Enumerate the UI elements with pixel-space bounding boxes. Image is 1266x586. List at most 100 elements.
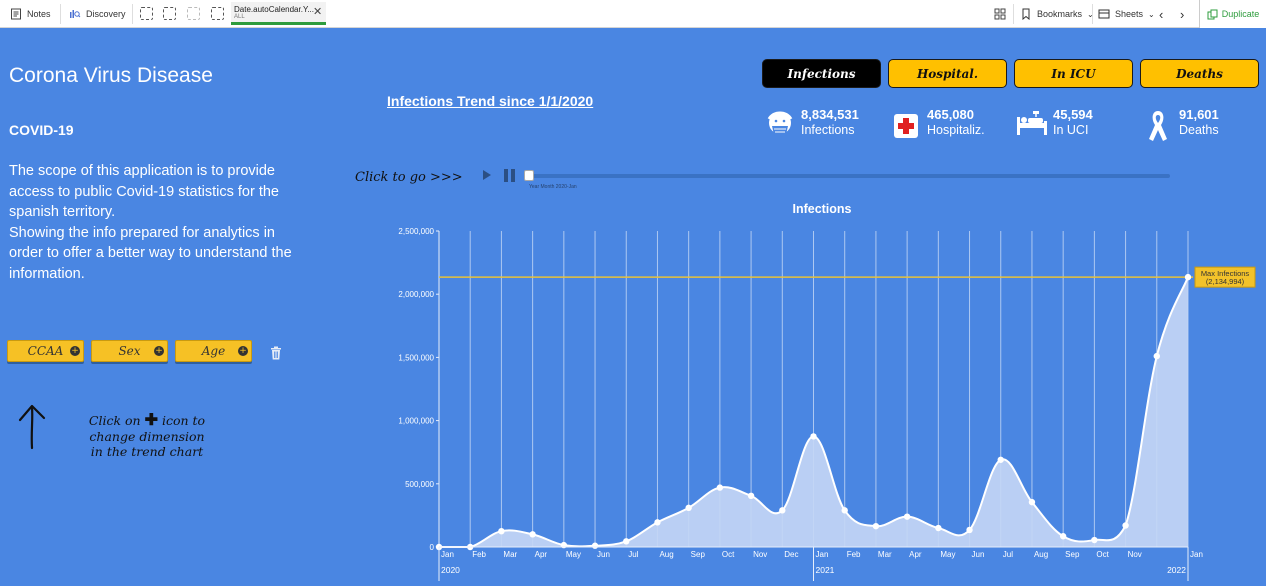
plus-icon[interactable]: + xyxy=(70,346,80,356)
step-back-icon[interactable] xyxy=(163,7,176,20)
x-tick-label: Sep xyxy=(1065,550,1080,559)
discovery-button[interactable]: Discovery xyxy=(69,0,126,28)
kpi-value: 45,594 xyxy=(1053,107,1093,122)
chevron-left-icon: ‹ xyxy=(1159,6,1164,22)
x-tick-label: Jan xyxy=(816,550,829,559)
dimension-button-sex[interactable]: Sex + xyxy=(91,340,168,362)
click-to-go-hint: Click to go >>> xyxy=(355,170,463,185)
data-point xyxy=(1122,522,1129,529)
x-tick-label: Jan xyxy=(441,550,454,559)
previous-sheet-button[interactable]: ‹ xyxy=(1159,0,1163,28)
play-icon[interactable] xyxy=(483,170,491,180)
kpi-value: 91,601 xyxy=(1179,107,1219,122)
data-point xyxy=(997,456,1004,463)
x-tick-label: Nov xyxy=(1128,550,1142,559)
data-point xyxy=(747,492,755,500)
y-tick-label: 0 xyxy=(430,543,435,552)
data-point xyxy=(623,538,630,545)
trend-title: Infections Trend since 1/1/2020 xyxy=(387,93,594,109)
toolbar-divider xyxy=(132,4,133,24)
pause-icon[interactable] xyxy=(504,169,515,182)
toolbar-divider xyxy=(1092,4,1093,24)
dimension-button-ccaa[interactable]: CCAA + xyxy=(7,340,84,362)
time-slider[interactable] xyxy=(527,174,1170,178)
y-tick-label: 2,000,000 xyxy=(398,290,434,299)
x-tick-label: Apr xyxy=(535,550,548,559)
chevron-right-icon: › xyxy=(1180,6,1185,22)
year-label: 2022 xyxy=(1167,565,1186,575)
x-tick-label: Aug xyxy=(659,550,673,559)
data-point xyxy=(716,484,724,491)
infections-button[interactable]: Infections xyxy=(762,59,881,88)
search-selections-icon[interactable] xyxy=(140,7,153,20)
x-tick-label: Jan xyxy=(1190,550,1203,559)
x-tick-label: Mar xyxy=(878,550,892,559)
dimension-label: CCAA xyxy=(27,344,64,358)
kpi-label: Hospitaliz. xyxy=(927,123,985,137)
arrow-up-icon xyxy=(18,404,46,450)
selection-chip-value: ALL xyxy=(234,14,245,20)
kpi-icu: 45,594 In UCI xyxy=(1016,107,1126,143)
page-title: Corona Virus Disease xyxy=(9,64,213,87)
hint-line: Click on ✚ icon to xyxy=(72,412,222,429)
hint-text: Click on xyxy=(88,413,141,428)
sheets-button[interactable]: Sheets ⌄ xyxy=(1098,0,1155,28)
dimension-label: Age xyxy=(201,344,226,358)
description-paragraph: The scope of this application is to prov… xyxy=(9,163,279,220)
data-point xyxy=(810,433,817,440)
hint-text: icon to xyxy=(161,413,206,428)
notes-label: Notes xyxy=(27,9,51,19)
x-tick-label: Jul xyxy=(628,550,638,559)
data-point xyxy=(685,504,692,512)
description: The scope of this application is to prov… xyxy=(9,161,309,284)
icu-button[interactable]: In ICU xyxy=(1014,59,1133,88)
reference-line-value: (2,134,994) xyxy=(1206,277,1245,286)
slider-handle[interactable] xyxy=(524,170,534,181)
data-point xyxy=(498,528,505,535)
plus-icon[interactable]: + xyxy=(154,346,164,356)
data-point xyxy=(935,524,942,532)
clear-selections-icon[interactable] xyxy=(211,7,224,20)
selection-chip-field: Date.autoCalendar.Y... xyxy=(234,5,314,14)
x-tick-label: Jun xyxy=(972,550,985,559)
hospital-button[interactable]: Hospital. xyxy=(888,59,1007,88)
x-tick-label: May xyxy=(566,550,581,559)
deaths-button[interactable]: Deaths xyxy=(1140,59,1259,88)
slider-label: Year Month 2020-Jan xyxy=(529,184,577,190)
hint-line: change dimension xyxy=(89,428,205,444)
y-tick-label: 2,500,000 xyxy=(398,227,434,236)
x-tick-label: Feb xyxy=(847,550,861,559)
red-cross-icon xyxy=(894,114,918,138)
data-point xyxy=(1153,352,1160,360)
kpi-label: Infections xyxy=(801,123,855,137)
plus-icon: ✚ xyxy=(144,410,158,429)
bookmarks-button[interactable]: Bookmarks ⌄ xyxy=(1020,0,1094,28)
chart-title: Infections xyxy=(792,202,852,216)
close-icon[interactable]: ✕ xyxy=(313,5,322,18)
x-tick-label: Jul xyxy=(1003,550,1013,559)
discovery-icon xyxy=(70,10,81,18)
data-point xyxy=(1059,533,1067,540)
app-toolbar: Notes Discovery Date.autoCalendar.Y... A… xyxy=(0,0,1266,28)
data-point xyxy=(841,507,848,514)
next-sheet-button[interactable]: › xyxy=(1180,0,1184,28)
selection-chip[interactable]: Date.autoCalendar.Y... ALL ✕ xyxy=(231,2,326,25)
y-tick-label: 1,000,000 xyxy=(398,417,434,426)
notes-button[interactable]: Notes xyxy=(10,0,51,28)
data-point xyxy=(529,531,536,538)
infections-area-chart[interactable]: 0 500,000 1,000,000 1,500,000 2,000,000 2,500… xyxy=(380,220,1266,586)
dimension-button-age[interactable]: Age + xyxy=(175,340,252,362)
trash-icon[interactable] xyxy=(270,346,282,360)
plus-icon[interactable]: + xyxy=(238,346,248,356)
hospital-bed-icon xyxy=(1017,111,1047,135)
grid-view-icon[interactable] xyxy=(994,8,1006,20)
dimension-label: Sex xyxy=(118,344,141,358)
duplicate-button[interactable]: Duplicate xyxy=(1199,0,1266,28)
x-tick-label: Mar xyxy=(503,550,517,559)
step-forward-icon[interactable] xyxy=(187,7,200,20)
discovery-label: Discovery xyxy=(86,9,126,19)
x-tick-label: Nov xyxy=(753,550,767,559)
data-point xyxy=(872,522,880,530)
data-point xyxy=(591,542,599,549)
notes-icon xyxy=(11,8,21,20)
